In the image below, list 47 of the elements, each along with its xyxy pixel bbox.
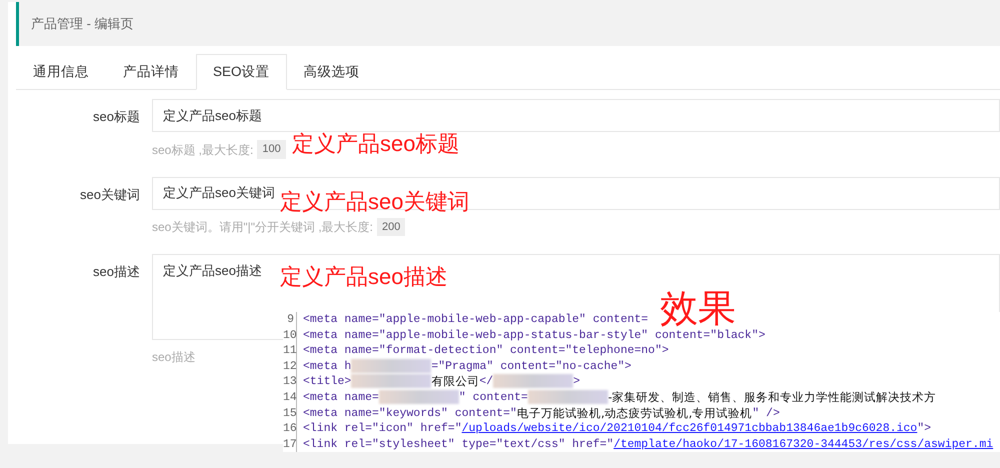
tab[interactable]: SEO设置 bbox=[196, 54, 287, 90]
code-text: <meta name="apple-mobile-web-app-status-bar-style" content="black"> bbox=[303, 328, 766, 344]
annotation-label: 定义产品seo标题 bbox=[292, 133, 460, 155]
field-label: seo描述 bbox=[92, 263, 141, 282]
line-number: 11 bbox=[283, 343, 297, 359]
code-text: <meta name="apple-mobile-web-app-capable" content= bbox=[303, 312, 648, 328]
code-text: "> bbox=[917, 421, 932, 437]
tab[interactable]: 通用信息 bbox=[16, 54, 106, 90]
limit-value: 100 bbox=[257, 140, 286, 159]
line-number: 12 bbox=[283, 358, 297, 374]
code-text: <link rel="icon" href=" bbox=[303, 421, 462, 437]
code-link[interactable]: /template/haoko/17-1608167320-344453/res/css/aswiper.mi bbox=[614, 436, 994, 452]
code-text: <meta h bbox=[303, 358, 352, 374]
field-label: seo标题 bbox=[92, 108, 141, 126]
line-number: 17 bbox=[283, 436, 297, 452]
code-text: <meta name="keywords" content=" bbox=[303, 406, 517, 422]
annotation-label: 效果 bbox=[660, 290, 736, 328]
page-header: 产品管理 - 编辑页 bbox=[16, 2, 1000, 46]
line-number: 16 bbox=[283, 421, 297, 437]
code-text: ="Pragma" content="no-cache"> bbox=[431, 358, 632, 374]
code-text: -家集研发、制造、销售、服务和专业力学性能测试解决技术方 bbox=[608, 390, 936, 406]
code-text: " /> bbox=[752, 406, 780, 422]
code-link[interactable]: /uploads/website/ico/20210104/fcc26f014971cbbab13846ae1b9c6028.ico bbox=[462, 421, 918, 437]
code-text: <meta name="format-detection" content="telephone=no"> bbox=[303, 343, 669, 359]
line-number: 13 bbox=[283, 374, 297, 390]
line-number: 15 bbox=[283, 406, 297, 422]
code-text: <link rel="stylesheet" type="text/css" href=" bbox=[303, 436, 614, 452]
line-number: 10 bbox=[283, 328, 297, 344]
code-text: <title> bbox=[303, 374, 352, 390]
tab[interactable]: 产品详情 bbox=[106, 54, 196, 90]
field-label: seo关键词 bbox=[79, 186, 141, 204]
annotation-label: 定义产品seo描述 bbox=[280, 266, 448, 288]
tab[interactable]: 高级选项 bbox=[286, 54, 377, 90]
code-text: <meta name= bbox=[303, 390, 379, 406]
help-text: seo描述 bbox=[152, 349, 196, 366]
help-text: seo标题 ,最大长度: bbox=[152, 142, 254, 158]
code-text: </ bbox=[479, 374, 494, 390]
line-number: 9 bbox=[283, 312, 297, 328]
code-text: 有限公司 bbox=[431, 374, 480, 390]
limit-value: 200 bbox=[377, 218, 406, 236]
help-text: seo关键词。请用"|"分开关键词 ,最大长度: bbox=[152, 219, 373, 236]
code-text: > bbox=[573, 374, 580, 390]
annotation-label: 定义产品seo关键词 bbox=[280, 191, 470, 213]
code-text: " content= bbox=[458, 390, 528, 406]
input-field[interactable]: 定义产品seo标题 bbox=[152, 99, 1000, 132]
line-number: 14 bbox=[283, 390, 297, 406]
code-text: 电子万能试验机,动态疲劳试验机,专用试验机 bbox=[516, 406, 752, 422]
